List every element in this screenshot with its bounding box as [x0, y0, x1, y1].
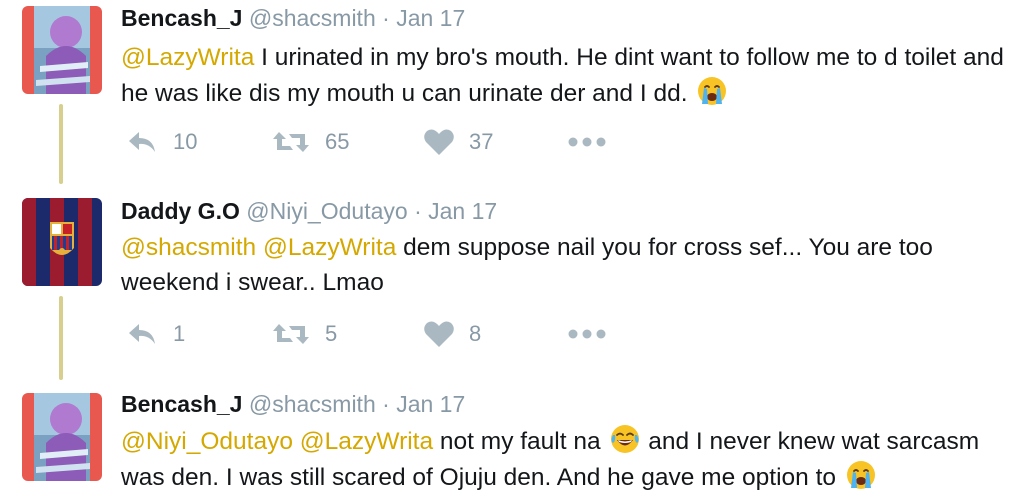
avatar[interactable]: [22, 393, 102, 481]
retweet-button[interactable]: 65: [271, 122, 349, 162]
thread-line: [59, 296, 63, 380]
user-name[interactable]: Daddy G.O: [121, 198, 240, 224]
tweet-header: Daddy G.O @Niyi_Odutayo · Jan 17: [121, 197, 497, 225]
user-handle[interactable]: @shacsmith: [249, 391, 376, 417]
tweet-text-segment: not my fault na: [433, 428, 608, 455]
more-icon: [567, 328, 607, 340]
reply-count: 10: [173, 129, 198, 154]
retweet-icon: [271, 322, 311, 346]
crying-face-icon: [696, 75, 728, 107]
mention-link[interactable]: @Niyi_Odutayo: [121, 428, 293, 455]
avatar-image: [22, 393, 102, 481]
retweet-button[interactable]: 5: [271, 314, 337, 354]
user-handle[interactable]: @Niyi_Odutayo: [246, 198, 407, 224]
reply-icon: [127, 130, 159, 154]
retweet-count: 5: [325, 321, 338, 346]
retweet-count: 65: [325, 129, 350, 154]
mention-link[interactable]: @LazyWrita: [121, 44, 254, 71]
avatar[interactable]: [22, 198, 102, 286]
more-button[interactable]: [567, 314, 607, 354]
avatar-image: [22, 198, 102, 286]
tweet-text-segment: I urinated in my bro's mouth. He dint wa…: [121, 44, 1004, 107]
reply-count: 1: [173, 321, 186, 346]
more-button[interactable]: [567, 122, 607, 162]
mention-link[interactable]: @shacsmith: [121, 234, 256, 261]
tweet-date[interactable]: Jan 17: [428, 198, 497, 224]
tweet-text: @LazyWrita I urinated in my bro's mouth.…: [121, 40, 1021, 111]
separator: ·: [382, 5, 390, 31]
tweet-header: Bencash_J @shacsmith · Jan 17: [121, 4, 465, 32]
more-icon: [567, 136, 607, 148]
crying-face-icon: [845, 459, 877, 491]
tweet-text: @Niyi_Odutayo @LazyWrita not my fault na…: [121, 423, 1021, 495]
separator: ·: [414, 198, 422, 224]
mention-link[interactable]: @LazyWrita: [263, 234, 396, 261]
like-button[interactable]: 37: [423, 122, 493, 162]
tweet-date[interactable]: Jan 17: [396, 391, 465, 417]
reply-button[interactable]: 1: [127, 314, 185, 354]
like-count: 8: [469, 321, 482, 346]
reply-button[interactable]: 10: [127, 122, 197, 162]
reply-icon: [127, 322, 159, 346]
tweet-date[interactable]: Jan 17: [396, 5, 465, 31]
tweet-text: @shacsmith @LazyWrita dem suppose nail y…: [121, 230, 1021, 300]
heart-icon: [423, 320, 455, 348]
mention-link[interactable]: @LazyWrita: [300, 428, 433, 455]
like-count: 37: [469, 129, 494, 154]
separator: ·: [382, 391, 390, 417]
tears-of-joy-icon: [609, 423, 641, 455]
user-name[interactable]: Bencash_J: [121, 391, 242, 417]
action-bar: 10 65 37: [121, 122, 641, 162]
tweet-header: Bencash_J @shacsmith · Jan 17: [121, 390, 465, 418]
user-name[interactable]: Bencash_J: [121, 5, 242, 31]
action-bar: 1 5 8: [121, 314, 641, 354]
like-button[interactable]: 8: [423, 314, 481, 354]
retweet-icon: [271, 130, 311, 154]
avatar-image: [22, 6, 102, 94]
user-handle[interactable]: @shacsmith: [249, 5, 376, 31]
thread-line: [59, 104, 63, 184]
avatar[interactable]: [22, 6, 102, 94]
heart-icon: [423, 128, 455, 156]
